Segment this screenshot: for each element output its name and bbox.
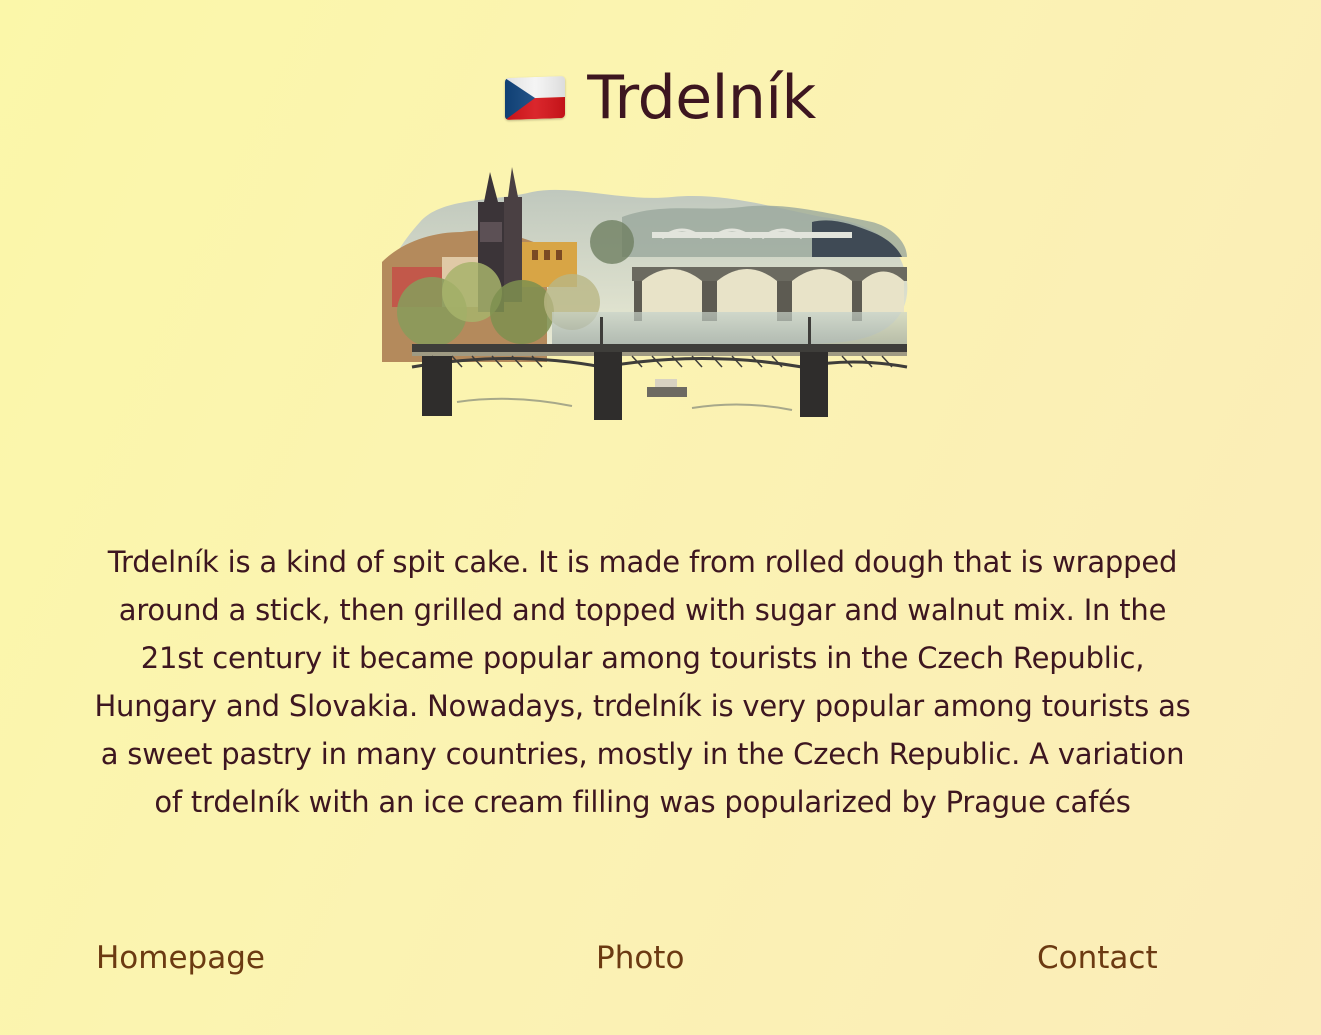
- nav-homepage-link[interactable]: Homepage: [96, 940, 265, 976]
- footer-nav: Homepage Photo Contact: [0, 940, 1321, 992]
- page: Trdelník Trdelník is a kind of spit cake…: [0, 0, 1321, 1035]
- nav-contact-link[interactable]: Contact: [1037, 940, 1158, 976]
- prague-bridges-illustration: [372, 162, 914, 432]
- nav-photo-link[interactable]: Photo: [596, 940, 684, 976]
- title-row: Trdelník: [0, 68, 1321, 128]
- description-text: Trdelník is a kind of spit cake. It is m…: [94, 545, 1191, 819]
- czech-flag-icon: [505, 75, 566, 121]
- page-title: Trdelník: [587, 63, 816, 133]
